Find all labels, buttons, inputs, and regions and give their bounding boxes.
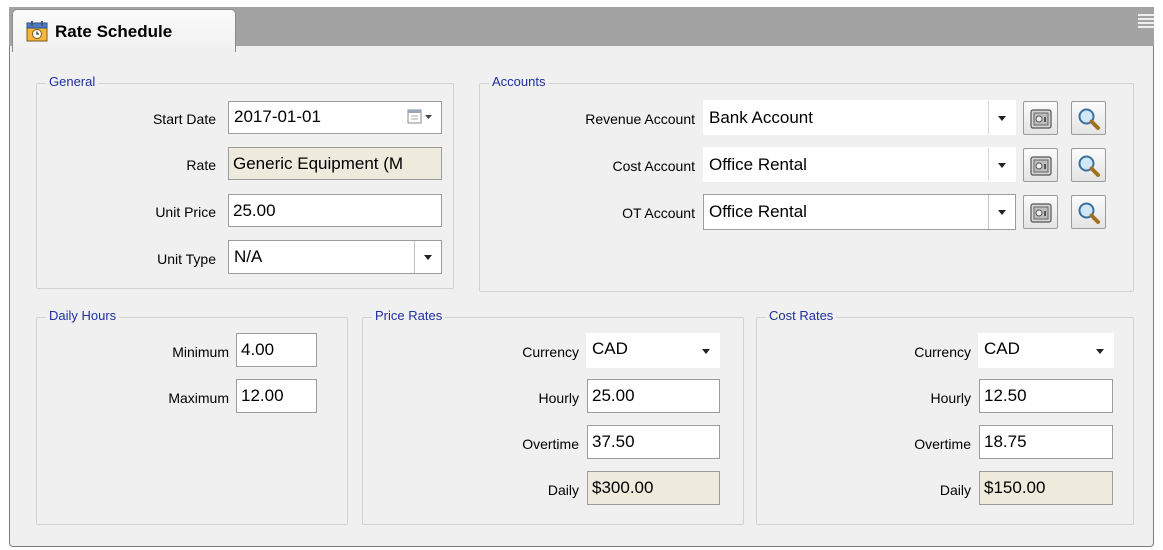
revenue-account-select[interactable]: Bank Account <box>703 100 1016 135</box>
rate-field <box>228 147 442 180</box>
tab-rate-schedule[interactable]: Rate Schedule <box>12 9 236 52</box>
chevron-down-icon <box>998 162 1006 168</box>
chevron-down-icon <box>702 348 710 354</box>
revenue-account-label: Revenue Account <box>585 111 695 127</box>
safe-icon <box>1030 203 1052 223</box>
cost-daily-label: Daily <box>939 482 971 498</box>
start-date-value: 2017-01-01 <box>234 107 321 126</box>
cost-hourly-label: Hourly <box>930 390 971 406</box>
price-hourly-input[interactable] <box>587 379 720 413</box>
calendar-icon <box>26 21 48 42</box>
chevron-down-icon <box>424 255 432 260</box>
start-date-picker[interactable]: 2017-01-01 <box>228 101 442 134</box>
price-currency-dropdown-button[interactable] <box>693 334 719 367</box>
chevron-down-icon <box>998 210 1006 215</box>
safe-icon <box>1030 109 1052 129</box>
ot-account-search-button[interactable] <box>1071 195 1106 229</box>
cost-overtime-input[interactable] <box>979 425 1113 459</box>
rate-label: Rate <box>186 157 216 173</box>
minimum-hours-input[interactable] <box>236 333 317 367</box>
cost-currency-label: Currency <box>914 344 971 360</box>
chevron-down-icon <box>1096 348 1104 354</box>
cost-hourly-input[interactable] <box>979 379 1113 413</box>
maximum-label: Maximum <box>168 390 229 406</box>
tab-title: Rate Schedule <box>55 22 173 41</box>
chevron-down-icon <box>998 115 1006 121</box>
price-daily-label: Daily <box>547 482 579 498</box>
ot-account-select[interactable]: Office Rental <box>703 194 1016 230</box>
unit-price-input[interactable] <box>228 194 442 227</box>
revenue-account-search-button[interactable] <box>1071 101 1106 135</box>
general-legend: General <box>46 74 99 89</box>
price-currency-select[interactable]: CAD <box>586 333 720 368</box>
daily-hours-legend: Daily Hours <box>46 308 120 323</box>
search-icon <box>1078 202 1100 224</box>
cost-account-value: Office Rental <box>709 155 807 174</box>
price-rates-legend: Price Rates <box>372 308 446 323</box>
unit-type-label: Unit Type <box>157 251 216 267</box>
cost-currency-value: CAD <box>984 339 1020 358</box>
ot-account-label: OT Account <box>622 205 695 221</box>
price-overtime-label: Overtime <box>522 436 579 452</box>
cost-rates-legend: Cost Rates <box>766 308 837 323</box>
cost-account-label: Cost Account <box>612 158 696 174</box>
cost-daily-field <box>979 471 1113 505</box>
start-date-label: Start Date <box>152 111 216 127</box>
search-icon <box>1078 108 1100 130</box>
ot-account-safe-button[interactable] <box>1023 195 1058 229</box>
price-currency-value: CAD <box>592 339 628 358</box>
cost-account-select[interactable]: Office Rental <box>703 147 1016 182</box>
search-icon <box>1078 155 1100 177</box>
ot-account-value: Office Rental <box>709 202 807 221</box>
ot-account-dropdown-button[interactable] <box>988 195 1015 229</box>
unit-type-select[interactable]: N/A <box>228 240 442 274</box>
unit-price-label: Unit Price <box>155 204 216 220</box>
minimum-label: Minimum <box>172 344 229 360</box>
cost-currency-select[interactable]: CAD <box>978 333 1114 368</box>
unit-type-dropdown-button[interactable] <box>414 241 441 273</box>
price-overtime-input[interactable] <box>587 425 720 459</box>
cost-account-dropdown-button[interactable] <box>988 148 1015 181</box>
price-hourly-label: Hourly <box>538 390 579 406</box>
price-currency-label: Currency <box>522 344 579 360</box>
calendar-dropdown-icon[interactable] <box>407 109 435 125</box>
cost-overtime-label: Overtime <box>914 436 971 452</box>
safe-icon <box>1030 156 1052 176</box>
cost-account-safe-button[interactable] <box>1023 148 1058 182</box>
tab-list-menu-icon[interactable] <box>1136 12 1156 36</box>
cost-currency-dropdown-button[interactable] <box>1087 334 1113 367</box>
cost-account-search-button[interactable] <box>1071 148 1106 182</box>
revenue-account-dropdown-button[interactable] <box>988 101 1015 134</box>
accounts-legend: Accounts <box>489 74 549 89</box>
maximum-hours-input[interactable] <box>236 379 317 413</box>
revenue-account-value: Bank Account <box>709 108 813 127</box>
unit-type-value: N/A <box>234 247 263 266</box>
price-daily-field <box>587 471 720 505</box>
revenue-account-safe-button[interactable] <box>1023 101 1058 135</box>
